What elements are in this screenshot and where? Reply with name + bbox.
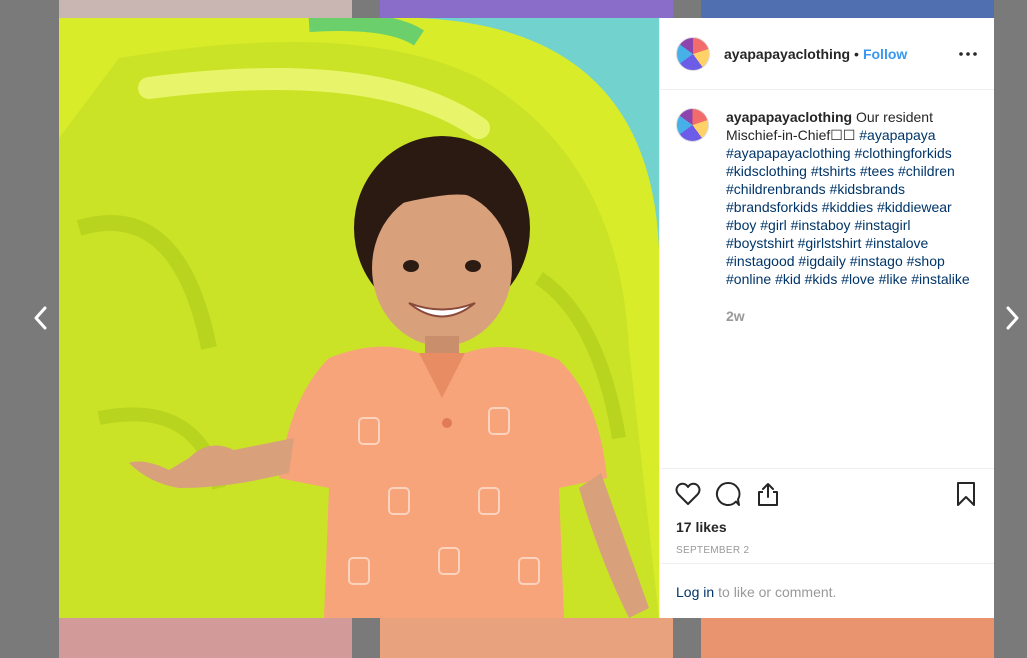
caption-username[interactable]: ayapapayaclothing [726,109,852,125]
grid-tile[interactable] [59,0,352,18]
post-date: SEPTEMBER 2 [676,545,750,556]
grid-tile[interactable] [701,618,994,658]
caption-text: ayapapayaclothing Our resident Mischief-… [726,108,980,288]
login-prompt-text: to like or comment. [718,583,837,600]
previous-post-button[interactable] [27,302,53,334]
grid-tile[interactable] [380,618,673,658]
hashtag-link[interactable]: #kiddiewear [877,199,952,215]
post-photo[interactable] [59,18,659,618]
post-actions-section: 17 likes SEPTEMBER 2 [660,468,994,556]
likes-count[interactable]: 17 likes [660,519,994,535]
avatar[interactable] [676,108,710,142]
hashtag-link[interactable]: #ayapapayaclothing [726,145,851,161]
hashtag-link[interactable]: #girl [760,217,786,233]
post-age[interactable]: 2w [726,308,745,324]
hashtag-link[interactable]: #kiddies [822,199,873,215]
hashtag-link[interactable]: #tees [860,163,894,179]
share-button[interactable] [754,480,782,508]
comment-icon [715,481,741,506]
hashtag-link[interactable]: #kidsclothing [726,163,807,179]
post-caption: ayapapayaclothing Our resident Mischief-… [676,108,980,288]
post-image [59,18,659,618]
login-link[interactable]: Log in [676,584,714,600]
hashtag-link[interactable]: #like [879,271,908,287]
hashtag-link[interactable]: #childrenbrands [726,181,826,197]
hashtag-link[interactable]: #igdaily [798,253,845,269]
hashtag-link[interactable]: #girlstshirt [798,235,862,251]
save-button[interactable] [952,480,980,508]
hashtag-link[interactable]: #shop [907,253,945,269]
comment-button[interactable] [714,480,742,508]
hashtag-link[interactable]: #kid [775,271,801,287]
grid-tile[interactable] [59,618,352,658]
more-icon [959,51,977,56]
hashtag-link[interactable]: #clothingforkids [854,145,951,161]
chevron-left-icon [34,306,47,330]
hashtag-link[interactable]: #instaboy [791,217,851,233]
grid-tile[interactable] [380,0,673,18]
hashtag-link[interactable]: #brandsforkids [726,199,818,215]
follow-button[interactable]: Follow [863,46,907,62]
hashtag-link[interactable]: #instagood [726,253,795,269]
hashtag-link[interactable]: #tshirts [811,163,856,179]
hashtag-link[interactable]: #children [898,163,955,179]
hashtag-link[interactable]: #instalike [911,271,969,287]
share-icon [758,483,778,506]
post-header: ayapapayaclothing • Follow [660,18,994,90]
hashtag-link[interactable]: #online [726,271,771,287]
hashtag-link[interactable]: #instagirl [854,217,910,233]
post-side-panel: ayapapayaclothing • Follow ayapapayaclot… [659,18,994,618]
heart-icon [675,482,701,505]
hashtag-link[interactable]: #love [841,271,874,287]
like-button[interactable] [674,480,702,508]
hashtag-link[interactable]: #instalove [865,235,928,251]
more-options-button[interactable] [958,44,978,64]
hashtag-link[interactable]: #boy [726,217,756,233]
next-post-button[interactable] [1000,302,1026,334]
chevron-right-icon [1006,306,1019,330]
username-link[interactable]: ayapapayaclothing [724,46,850,62]
separator-dot: • [854,45,859,62]
avatar[interactable] [676,36,710,71]
bookmark-icon [957,482,975,506]
grid-tile[interactable] [701,0,994,18]
hashtag-link[interactable]: #boystshirt [726,235,794,251]
hashtag-link[interactable]: #kids [805,271,838,287]
hashtag-link[interactable]: #instago [850,253,903,269]
login-prompt: Log in to like or comment. [660,563,994,619]
hashtag-link[interactable]: #ayapapaya [859,127,935,143]
action-bar [660,469,994,519]
hashtag-list: #ayapapaya #ayapapayaclothing #clothingf… [726,127,970,287]
hashtag-link[interactable]: #kidsbrands [830,181,906,197]
post-modal: ayapapayaclothing • Follow ayapapayaclot… [59,18,994,618]
